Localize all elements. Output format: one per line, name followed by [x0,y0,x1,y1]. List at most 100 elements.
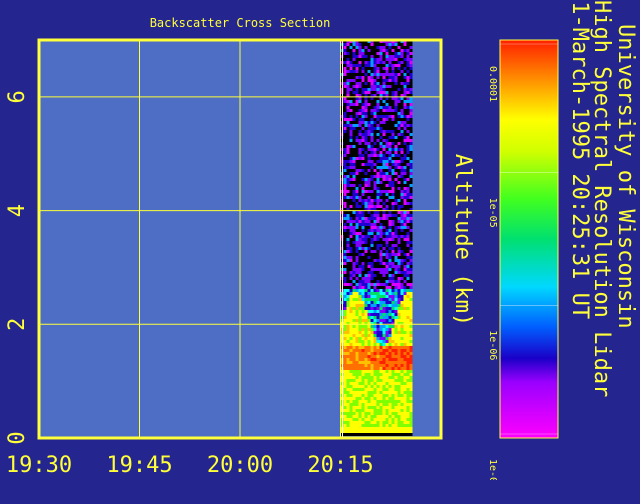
data-cell [394,337,398,340]
data-cell [370,109,374,112]
data-cell [406,388,410,391]
data-cell [367,412,371,415]
data-cell [397,427,401,430]
data-cell [346,211,350,214]
data-cell [364,142,368,145]
data-cell [409,49,413,52]
data-cell [388,244,392,247]
data-cell [346,337,350,340]
data-cell [352,406,356,409]
data-cell [364,70,368,73]
data-cell [394,91,398,94]
data-cell [358,271,362,274]
data-cell [364,412,368,415]
data-cell [373,424,377,427]
data-cell [391,265,395,268]
data-cell [361,385,365,388]
data-cell [373,229,377,232]
data-cell [376,265,380,268]
data-cell [394,166,398,169]
data-cell [403,415,407,418]
data-cell [388,352,392,355]
data-cell [370,361,374,364]
data-cell [409,184,413,187]
data-cell [379,376,383,379]
data-cell [343,169,347,172]
data-cell [376,64,380,67]
data-cell [364,277,368,280]
data-cell [352,382,356,385]
data-cell [373,133,377,136]
data-cell [403,421,407,424]
data-cell [349,169,353,172]
data-cell [406,397,410,400]
data-cell [376,205,380,208]
data-cell [397,136,401,139]
data-cell [364,67,368,70]
data-cell [364,340,368,343]
data-cell [349,433,353,436]
data-cell [355,232,359,235]
data-cell [403,271,407,274]
data-cell [394,403,398,406]
data-cell [406,418,410,421]
data-cell [343,346,347,349]
data-cell [385,286,389,289]
data-cell [367,58,371,61]
data-cell [364,175,368,178]
data-cell [376,334,380,337]
data-cell [394,418,398,421]
data-cell [385,400,389,403]
data-cell [343,73,347,76]
data-cell [406,361,410,364]
data-cell [388,91,392,94]
data-cell [403,130,407,133]
data-cell [373,202,377,205]
data-cell [379,121,383,124]
data-cell [358,154,362,157]
data-cell [358,223,362,226]
data-cell [373,193,377,196]
data-cell [352,370,356,373]
data-cell [370,346,374,349]
data-cell [397,121,401,124]
data-cell [352,424,356,427]
data-cell [364,226,368,229]
data-cell [394,172,398,175]
data-cell [349,427,353,430]
data-cell [388,412,392,415]
data-cell [349,109,353,112]
data-cell [409,130,413,133]
data-cell [403,157,407,160]
data-cell [367,85,371,88]
data-cell [385,229,389,232]
data-cell [403,403,407,406]
data-cell [349,202,353,205]
data-cell [355,214,359,217]
data-cell [364,259,368,262]
data-cell [343,382,347,385]
data-cell [370,358,374,361]
data-cell [370,181,374,184]
data-cell [388,337,392,340]
data-cell [376,223,380,226]
data-cell [373,58,377,61]
data-cell [346,235,350,238]
data-cell [376,193,380,196]
data-cell [349,388,353,391]
data-cell [352,187,356,190]
data-cell [406,178,410,181]
data-cell [397,211,401,214]
data-cell [403,112,407,115]
data-cell [382,277,386,280]
data-cell [391,136,395,139]
data-cell [388,388,392,391]
data-cell [388,85,392,88]
data-cell [397,376,401,379]
data-cell [349,49,353,52]
data-cell [349,148,353,151]
data-cell [349,421,353,424]
data-cell [388,361,392,364]
data-cell [355,76,359,79]
data-cell [406,64,410,67]
